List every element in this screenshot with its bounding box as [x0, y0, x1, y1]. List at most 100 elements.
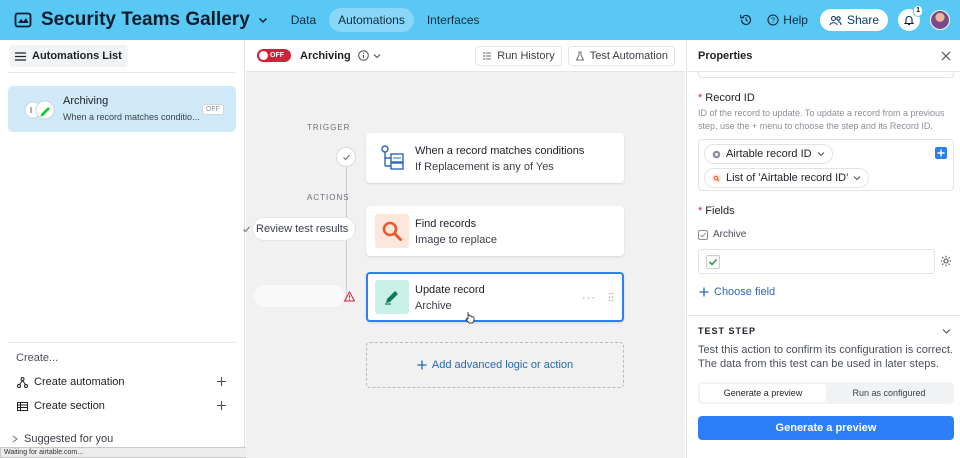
suggested-label: Suggested for you — [24, 433, 114, 445]
toggle-label: OFF — [270, 52, 284, 59]
list-record-id-chip[interactable]: List of 'Airtable record ID' — [704, 168, 870, 188]
chevron-right-icon — [12, 435, 18, 443]
fields-label: * Fields — [698, 205, 735, 217]
base-title[interactable]: Security Teams Gallery — [41, 9, 250, 31]
archive-checkbox[interactable] — [706, 255, 720, 269]
airtable-record-id-chip[interactable]: Airtable record ID — [704, 144, 833, 164]
archive-field-input[interactable] — [698, 249, 935, 274]
menu-icon — [15, 51, 26, 61]
mouse-cursor-icon — [465, 311, 475, 324]
seg-run-as-configured[interactable]: Run as configured — [826, 384, 952, 402]
help-label: Help — [783, 13, 808, 27]
test-automation-button[interactable]: Test Automation — [567, 46, 675, 66]
step-title: Find records — [415, 218, 477, 230]
ghost-status-pill — [254, 285, 344, 307]
seg-generate-preview[interactable]: Generate a preview — [700, 384, 826, 402]
more-options-icon[interactable]: ··· — [582, 292, 596, 304]
chevron-down-icon[interactable] — [942, 327, 951, 336]
choose-field-button[interactable]: Choose field — [699, 286, 775, 298]
create-automation-label: Create automation — [34, 376, 125, 388]
plus-icon[interactable] — [216, 400, 227, 411]
share-button[interactable]: Share — [819, 9, 888, 31]
run-history-label: Run History — [497, 50, 555, 62]
automation-toggle[interactable]: OFF — [257, 49, 291, 62]
base-icon[interactable] — [14, 11, 32, 29]
info-icon[interactable] — [357, 50, 369, 61]
trigger-step-card[interactable]: When a record matches conditions If Repl… — [366, 133, 624, 183]
nav-interfaces[interactable]: Interfaces — [418, 8, 489, 32]
drag-handle-icon[interactable] — [608, 292, 614, 302]
trigger-label: TRIGGER — [307, 123, 351, 132]
trigger-check-indicator — [336, 147, 356, 167]
update-record-step-card[interactable]: Update record Archive ··· — [366, 272, 624, 322]
help-icon: ? — [767, 14, 779, 26]
chevron-down-icon — [817, 152, 824, 157]
top-right-controls: ? Help Share 1 — [739, 0, 950, 40]
record-id-input[interactable]: Airtable record ID List of 'Airtable rec… — [698, 139, 954, 191]
previous-field-box — [698, 72, 954, 78]
plus-icon[interactable] — [216, 376, 227, 387]
bell-icon — [903, 16, 915, 26]
nav-data[interactable]: Data — [282, 8, 325, 32]
chip-label: List of 'Airtable record ID' — [726, 172, 849, 184]
gear-icon[interactable] — [940, 255, 952, 267]
canvas-header-buttons: Run History Test Automation — [475, 46, 675, 66]
record-id-text: Record ID — [705, 92, 755, 104]
choose-field-label: Choose field — [714, 286, 776, 298]
automations-sidebar: Automations List Archiving When a record… — [0, 40, 245, 458]
step-subtitle: Archive — [415, 300, 452, 312]
chevron-down-icon[interactable] — [258, 15, 268, 25]
notifications-button[interactable]: 1 — [898, 5, 923, 31]
automation-status-badge: OFF — [202, 104, 224, 115]
step-subtitle: If Replacement is any of Yes — [415, 161, 554, 173]
magnifier-icon — [375, 214, 409, 248]
people-icon — [829, 15, 842, 25]
create-section-row[interactable]: Create section — [0, 394, 245, 418]
automations-list-label: Automations List — [32, 50, 122, 62]
run-history-icon — [483, 52, 492, 60]
warning-icon[interactable] — [344, 291, 355, 302]
nav-automations[interactable]: Automations — [329, 8, 414, 32]
create-automation-row[interactable]: Create automation — [0, 370, 245, 394]
run-history-button[interactable]: Run History — [475, 46, 562, 66]
add-logic-label: Add advanced logic or action — [431, 359, 574, 371]
generate-preview-button[interactable]: Generate a preview — [698, 416, 954, 440]
plus-icon — [699, 287, 709, 297]
help-button[interactable]: ? Help — [767, 13, 808, 27]
step-title: Update record — [415, 284, 485, 296]
test-mode-segmented-control: Generate a preview Run as configured — [698, 382, 954, 404]
chevron-down-icon[interactable] — [373, 52, 381, 60]
chip-label: Airtable record ID — [726, 148, 812, 160]
divider — [687, 315, 960, 316]
record-id-icon — [712, 150, 721, 158]
insert-token-plus-icon[interactable] — [935, 147, 947, 159]
chevron-down-icon — [853, 176, 861, 181]
test-step-title: TEST STEP — [698, 326, 757, 336]
find-records-step-card[interactable]: Find records Image to replace — [366, 206, 624, 256]
add-advanced-logic-button[interactable]: Add advanced logic or action — [366, 342, 624, 388]
toggle-knob — [259, 51, 268, 60]
notification-badge: 1 — [913, 5, 923, 17]
top-bar: Security Teams Gallery Data Automations … — [0, 0, 960, 40]
automations-list-button[interactable]: Automations List — [9, 45, 128, 67]
review-test-results[interactable]: Review test results — [242, 219, 348, 239]
automation-name: Archiving — [63, 95, 109, 107]
suggested-for-you[interactable]: Suggested for you — [12, 433, 113, 445]
close-icon[interactable] — [941, 51, 951, 61]
avatar[interactable] — [930, 10, 950, 30]
flask-icon — [575, 51, 585, 61]
share-label: Share — [846, 13, 879, 27]
actions-label: ACTIONS — [307, 193, 350, 202]
trigger-conditions-icon — [375, 141, 409, 175]
checkbox-field-icon — [698, 229, 708, 240]
sidebar-header: Automations List — [0, 40, 244, 72]
properties-title: Properties — [698, 49, 753, 62]
automation-title[interactable]: Archiving — [300, 50, 351, 62]
create-section-label: Create section — [34, 400, 105, 412]
fields-text: Fields — [705, 205, 735, 217]
automation-item-archiving[interactable]: Archiving When a record matches conditio… — [8, 86, 236, 132]
check-icon — [342, 154, 350, 160]
history-icon[interactable] — [739, 13, 753, 27]
field-name: Archive — [713, 229, 747, 240]
canvas-header: OFF Archiving Run History Test Automatio… — [246, 40, 685, 72]
